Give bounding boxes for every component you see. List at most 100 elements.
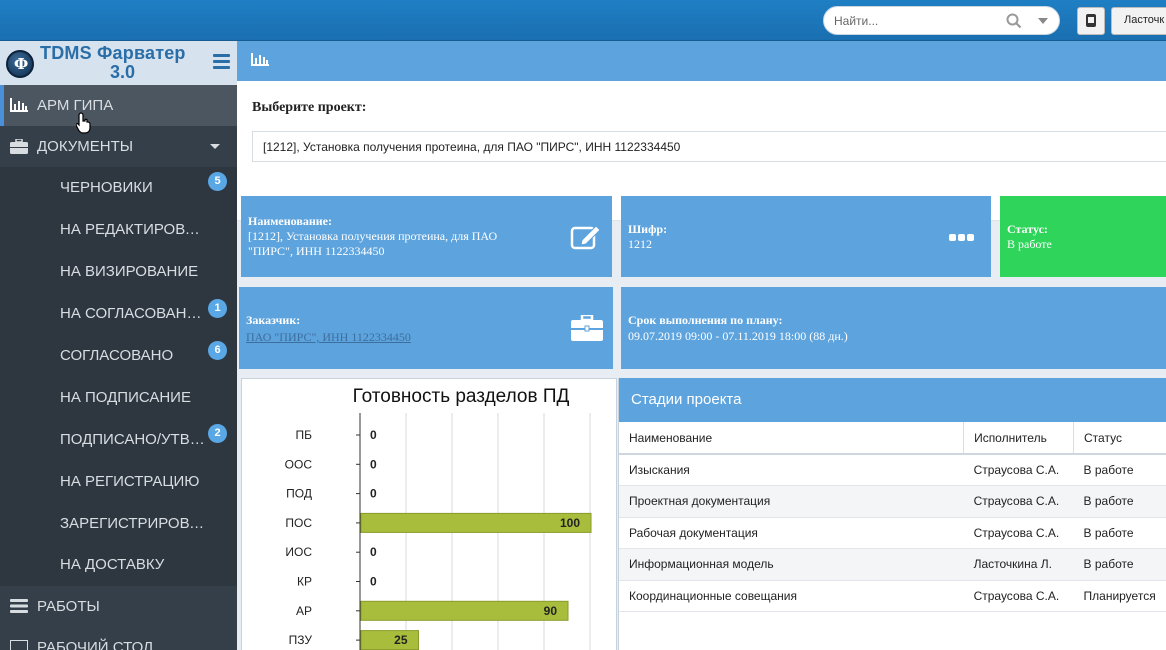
more-icon[interactable]: [949, 234, 975, 242]
sidebar-subitem-for-delivery[interactable]: НА ДОСТАВКУ: [0, 544, 237, 586]
readiness-chart-panel: Готовность разделов ПД ПБ 0 ООС 0 ПОД 0 ПОС 100…: [241, 378, 617, 650]
stage-status: В работе: [1073, 454, 1166, 486]
column-header-name[interactable]: Наименование: [619, 422, 965, 455]
card-caption: Статус:: [1007, 222, 1048, 236]
chart-bar: [360, 630, 419, 650]
chart-category-label: ПЗУ: [289, 633, 313, 647]
search-icon[interactable]: [1006, 13, 1022, 29]
sidebar-subitem-label: НА РЕДАКТИРОВАНИЕ: [60, 221, 205, 238]
notifications-button[interactable]: [1077, 7, 1105, 35]
sidebar-item-desktop[interactable]: РАБОЧИЙ СТОЛ: [0, 627, 237, 650]
app-version: 3.0: [110, 62, 136, 82]
stage-name: Изыскания: [619, 454, 964, 486]
chart-category-label: АР: [296, 604, 312, 618]
search-input[interactable]: [834, 12, 1004, 30]
sidebar-item-documents[interactable]: ДОКУМЕНТЫ: [0, 126, 237, 167]
sidebar-subitem-label: ПОДПИСАНО/УТВЕРЖДЕНО: [60, 431, 205, 448]
project-select[interactable]: [1212], Установка получения протеина, дл…: [252, 131, 1166, 162]
project-name-card: Наименование: [1212], Установка получени…: [241, 196, 612, 277]
table-row[interactable]: Рабочая документация Страусова С.А. В ра…: [619, 517, 1166, 549]
sidebar-subitem-label: ЗАРЕГИСТРИРОВАНО: [60, 515, 205, 532]
bar-chart-icon: [10, 98, 28, 112]
sidebar-subitem-label: ЧЕРНОВИКИ: [60, 179, 153, 196]
chart-data-label: 90: [544, 604, 558, 618]
sidebar-subitem-label: НА РЕГИСТРАЦИЮ: [60, 473, 200, 490]
sidebar-subitem-approved[interactable]: СОГЛАСОВАНО 6: [0, 335, 237, 377]
column-header-status[interactable]: Статус: [1073, 422, 1166, 455]
column-header-executor[interactable]: Исполнитель: [963, 422, 1075, 455]
desktop-icon: [10, 640, 28, 650]
table-row[interactable]: Координационные совещания Страусова С.А.…: [619, 580, 1166, 612]
table-row[interactable]: Проектная документация Страусова С.А. В …: [619, 485, 1166, 518]
stage-name: Проектная документация: [619, 485, 964, 518]
table-row[interactable]: Изыскания Страусова С.А. В работе: [619, 454, 1166, 486]
sidebar-subitem-signed[interactable]: ПОДПИСАНО/УТВЕРЖДЕНО 2: [0, 419, 237, 461]
project-cipher-card: Шифр: 1212: [621, 196, 991, 277]
table-header-row: Наименование Исполнитель Статус: [619, 422, 1166, 455]
sidebar: Ф TDMS Фарватер 3.0 АРМ ГИПА ДОКУМЕНТЫ Ч…: [0, 41, 237, 650]
count-badge: 1: [208, 299, 227, 318]
sidebar-subitem-registered[interactable]: ЗАРЕГИСТРИРОВАНО: [0, 503, 237, 545]
card-caption: Шифр:: [628, 222, 668, 236]
count-badge: 2: [208, 424, 227, 443]
sidebar-subitem-for-approval[interactable]: НА СОГЛАСОВАНИЕ 1: [0, 293, 237, 335]
project-status-value: В работе: [1007, 237, 1052, 251]
stage-name: Информационная модель: [619, 548, 964, 581]
chart-bar: [360, 600, 569, 621]
count-badge: 5: [208, 172, 227, 191]
project-cipher-value: 1212: [628, 237, 652, 251]
sidebar-subitem-label: НА ПОДПИСАНИЕ: [60, 389, 191, 406]
sidebar-item-arm-gipa[interactable]: АРМ ГИПА: [0, 85, 237, 126]
chart-category-label: КР: [297, 575, 312, 589]
chart-data-label: 0: [370, 457, 377, 471]
stage-name: Координационные совещания: [619, 580, 964, 612]
menu-toggle-icon[interactable]: [213, 54, 230, 69]
sidebar-subitem-for-registration[interactable]: НА РЕГИСТРАЦИЮ: [0, 461, 237, 503]
app-title: TDMS Фарватер: [40, 43, 186, 63]
bell-icon: [1086, 14, 1096, 27]
sidebar-subitem-for-editing[interactable]: НА РЕДАКТИРОВАНИЕ: [0, 209, 237, 251]
brand: Ф TDMS Фарватер 3.0: [0, 41, 237, 85]
sidebar-subitem-drafts[interactable]: ЧЕРНОВИКИ 5: [0, 167, 237, 209]
list-icon: [10, 599, 28, 613]
customer-link[interactable]: ПАО "ПИРС", ИНН 1122334450: [246, 330, 411, 345]
stage-executor: Страусова С.А.: [963, 485, 1074, 518]
bar-chart-icon: [251, 53, 269, 66]
stage-name: Рабочая документация: [619, 517, 964, 549]
card-caption: Срок выполнения по плану:: [628, 313, 783, 327]
card-caption: Заказчик:: [246, 313, 301, 327]
stages-table: Наименование Исполнитель Статус Изыскани…: [619, 422, 1166, 612]
table-row[interactable]: Информационная модель Ласточкина Л. В ра…: [619, 548, 1166, 581]
app-logo: Ф: [6, 50, 34, 78]
stage-status: В работе: [1073, 517, 1166, 549]
chart-data-label: 25: [394, 633, 408, 647]
sidebar-subitem-label: НА ДОСТАВКУ: [60, 556, 165, 573]
deadline-value: 09.07.2019 09:00 - 07.11.2019 18:00 (88 …: [628, 329, 848, 343]
chart-category-label: ПОС: [285, 516, 312, 530]
chart-category-label: ООС: [285, 457, 313, 471]
sidebar-item-label: ДОКУМЕНТЫ: [37, 138, 134, 155]
sidebar-subitem-for-endorsement[interactable]: НА ВИЗИРОВАНИЕ: [0, 251, 237, 293]
readiness-chart: ПБ 0 ООС 0 ПОД 0 ПОС 100 ИОС 0 КР 0 АР 90 ПЗУ 25: [285, 413, 592, 650]
user-button[interactable]: Ласточк: [1111, 7, 1166, 35]
search-box[interactable]: [823, 6, 1060, 35]
sidebar-subitem-for-signing[interactable]: НА ПОДПИСАНИЕ: [0, 377, 237, 419]
stages-title: Стадии проекта: [619, 378, 1166, 422]
project-status-card: Статус: В работе: [1000, 196, 1166, 277]
project-select-label: Выберите проект:: [252, 100, 367, 115]
top-bar: Ласточк: [0, 0, 1166, 41]
edit-icon[interactable]: [570, 223, 602, 251]
stage-executor: Страусова С.А.: [963, 454, 1074, 486]
chart-category-label: ИОС: [285, 545, 312, 559]
search-dropdown-icon[interactable]: [1038, 18, 1048, 24]
stage-executor: Страусова С.А.: [963, 517, 1074, 549]
stage-status: В работе: [1073, 548, 1166, 581]
sidebar-item-works[interactable]: РАБОТЫ: [0, 586, 237, 627]
chart-category-label: ПБ: [296, 428, 313, 442]
chart-data-label: 0: [370, 487, 377, 501]
briefcase-icon: [10, 139, 28, 154]
chart-category-label: ПОД: [286, 487, 312, 501]
mouse-cursor-icon: [76, 112, 91, 134]
stage-status: Планируется: [1073, 580, 1166, 612]
chart-data-label: 0: [370, 428, 377, 442]
